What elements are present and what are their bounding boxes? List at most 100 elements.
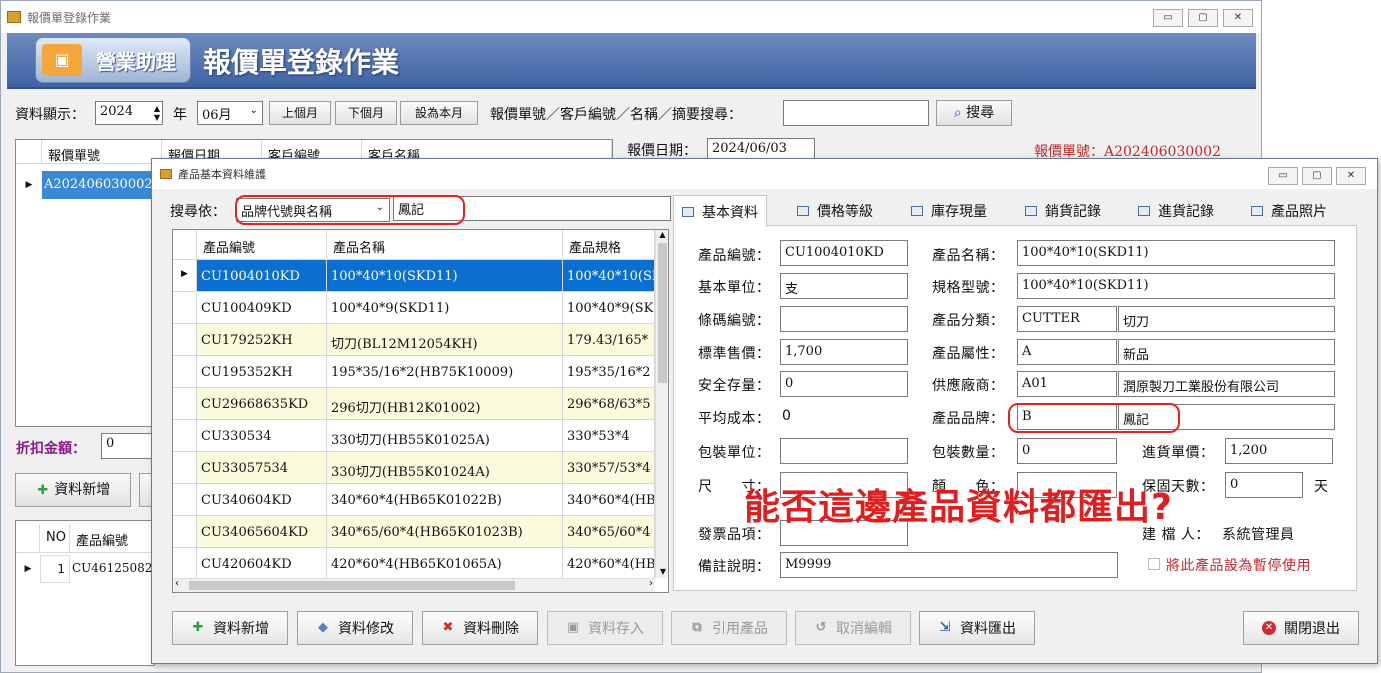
tab-stock[interactable]: 庫存現量 [903, 195, 995, 225]
packunit-field[interactable] [780, 438, 908, 464]
cell-product-code[interactable]: CU29668635KD [197, 388, 327, 419]
dialog-minimize-button[interactable]: ▭ [1268, 167, 1298, 185]
table-row[interactable]: CU29668635KD 296切刀(HB12K01002) 296*68/63*5 [173, 388, 655, 420]
this-month-button[interactable]: 設為本月 [400, 101, 478, 125]
minimize-button[interactable]: ▭ [1153, 9, 1183, 27]
cell-product-name[interactable]: 340*60*4(HB65K01022B) [327, 484, 563, 515]
cell-product-name[interactable]: 切刀(BL12M12054KH) [327, 324, 563, 355]
next-month-button[interactable]: 下個月 [335, 101, 397, 125]
table-row[interactable]: ▶CU1004010KD100*40*10(SKD11)100*40*10(SK… [173, 260, 655, 292]
note-field[interactable]: M9999 [780, 552, 1118, 578]
cell-product-spec[interactable]: 195*35/16*2 [563, 356, 655, 387]
h-scroll-thumb[interactable] [189, 581, 515, 590]
search-button[interactable]: ⌕ 搜尋 [936, 100, 1012, 126]
code-field[interactable]: CU1004010KD [780, 240, 908, 266]
month-select[interactable]: 06月 ⌄ [197, 101, 263, 125]
dialog-close-button[interactable]: ✕ [1336, 167, 1366, 185]
warranty-field[interactable]: 0 [1225, 472, 1303, 498]
attribute-field[interactable]: A [1017, 339, 1117, 365]
discount-field[interactable]: 0 [101, 433, 153, 459]
pause-checkbox[interactable] [1148, 558, 1160, 570]
pause-label[interactable]: 將此產品設為暫停使用 [1166, 555, 1311, 575]
spec-field[interactable]: 100*40*10(SKD11) [1017, 273, 1335, 299]
barcode-field[interactable] [780, 306, 908, 332]
dialog-maximize-button[interactable]: ▢ [1302, 167, 1332, 185]
main-add-button[interactable]: ✚ 資料新增 [15, 473, 131, 507]
cell-product-name[interactable]: 340*65/60*4(HB65K01023B) [327, 516, 563, 547]
cell-product-spec[interactable]: 296*68/63*5 [563, 388, 655, 419]
col-product-spec[interactable]: 產品規格 [563, 230, 655, 259]
tab-purchase[interactable]: 進貨記錄 [1130, 195, 1222, 225]
cell-product-code[interactable]: CU100409KD [197, 292, 327, 323]
cell-product-spec[interactable]: 179.43/165* [563, 324, 655, 355]
buyprice-field[interactable]: 1,200 [1225, 438, 1333, 464]
add-button[interactable]: ✚ 資料新增 [172, 611, 288, 645]
scroll-up-icon[interactable]: ▲ [656, 230, 668, 239]
packqty-field[interactable]: 0 [1017, 438, 1117, 464]
delete-button[interactable]: ✖ 資料刪除 [422, 611, 538, 645]
table-row[interactable]: CU179252KH 切刀(BL12M12054KH) 179.43/165* [173, 324, 655, 356]
table-row[interactable]: CU330534 330切刀(HB55K01025A) 330*53*4 [173, 420, 655, 452]
unit-field[interactable]: 支 [780, 273, 908, 299]
col-product-code[interactable]: 產品編號 [197, 230, 327, 259]
detail-row-no[interactable]: 1 [40, 555, 70, 583]
scroll-thumb[interactable] [658, 243, 667, 383]
spinner-arrows-icon[interactable]: ▲ ▼ [154, 104, 160, 122]
cell-product-spec[interactable]: 420*60*4(HB [563, 548, 655, 579]
cell-product-code[interactable]: CU33057534 [197, 452, 327, 483]
scroll-left-icon[interactable]: ‹ [175, 578, 179, 589]
vendor-field[interactable]: A01 [1017, 371, 1117, 397]
cell-product-name[interactable]: 420*60*4(HB65K01065A) [327, 548, 563, 579]
tab-price-level[interactable]: 價格等級 [789, 195, 881, 225]
table-row[interactable]: CU340604KD 340*60*4(HB65K01022B) 340*60*4(… [173, 484, 655, 516]
save-button[interactable]: ▣ 資料存入 [547, 611, 663, 645]
scroll-right-icon[interactable]: › [649, 578, 653, 589]
detail-row-code[interactable]: CU461250820 [70, 555, 154, 583]
tab-photos[interactable]: 產品照片 [1243, 195, 1335, 225]
search-input[interactable] [783, 100, 929, 126]
safety-field[interactable]: 0 [780, 371, 908, 397]
cell-product-spec[interactable]: 330*57/53*4 [563, 452, 655, 483]
scroll-down-icon[interactable]: ▼ [656, 567, 668, 576]
cell-product-code[interactable]: CU195352KH [197, 356, 327, 387]
price-field[interactable]: 1,700 [780, 339, 908, 365]
cell-product-code[interactable]: CU330534 [197, 420, 327, 451]
table-row[interactable]: A202406030002 [42, 171, 166, 199]
cell-product-code[interactable]: CU179252KH [197, 324, 327, 355]
cell-product-spec[interactable]: 100*40*9(SKD11) [563, 292, 655, 323]
cell-product-spec[interactable]: 100*40*10(SKD11) [563, 260, 655, 291]
col-product-name[interactable]: 產品名稱 [327, 230, 563, 259]
cell-product-code[interactable]: CU420604KD [197, 548, 327, 579]
cell-product-code[interactable]: CU340604KD [197, 484, 327, 515]
cell-product-name[interactable]: 100*40*10(SKD11) [327, 260, 563, 291]
close-button[interactable]: ✕ [1223, 9, 1253, 27]
cell-product-name[interactable]: 330切刀(HB55K01025A) [327, 420, 563, 451]
edit-button[interactable]: ◆ 資料修改 [297, 611, 413, 645]
col-product-code[interactable]: 產品編號 [70, 525, 154, 552]
vertical-scrollbar[interactable]: ▲ ▼ [655, 230, 668, 578]
cell-product-name[interactable]: 100*40*9(SKD11) [327, 292, 563, 323]
product-grid[interactable]: 產品編號 產品名稱 產品規格 ▶ CU1004010KD 100*40*10(SKD… [172, 229, 669, 593]
category-field[interactable]: CUTTER [1017, 306, 1117, 332]
cell-product-code[interactable]: CU1004010KD [197, 260, 327, 291]
maximize-button[interactable]: ▢ [1188, 9, 1218, 27]
cell-product-name[interactable]: 195*35/16*2(HB75K10009) [327, 356, 563, 387]
col-quote-no[interactable]: 報價單號 [42, 140, 162, 164]
cell-product-name[interactable]: 330切刀(HB55K01024A) [327, 452, 563, 483]
name-field[interactable]: 100*40*10(SKD11) [1017, 240, 1335, 266]
year-spinner[interactable]: 2024 ▲ ▼ [95, 101, 163, 125]
col-no[interactable]: NO [40, 525, 70, 552]
cell-product-name[interactable]: 296切刀(HB12K01002) [327, 388, 563, 419]
table-row[interactable]: CU33057534 330切刀(HB55K01024A) 330*57/53*4 [173, 452, 655, 484]
tab-basic[interactable]: 基本資料 [673, 195, 767, 227]
table-row[interactable]: CU100409KD100*40*9(SKD11)100*40*9(SKD11) [173, 292, 655, 324]
detail-grid[interactable]: NO 產品編號 ▶ 1 CU461250820 [15, 520, 155, 666]
cancel-edit-button[interactable]: ↺ 取消編輯 [795, 611, 911, 645]
prev-month-button[interactable]: 上個月 [269, 101, 331, 125]
tab-sales[interactable]: 銷貨記錄 [1017, 195, 1109, 225]
table-row[interactable]: CU420604KD 420*60*4(HB65K01065A) 420*60*4(… [173, 548, 655, 580]
cell-product-spec[interactable]: 340*60*4(HB [563, 484, 655, 515]
table-row[interactable]: CU195352KH 195*35/16*2(HB75K10009) 195*35/… [173, 356, 655, 388]
horizontal-scrollbar[interactable]: ‹ › [173, 578, 655, 592]
close-exit-button[interactable]: ✕ 關閉退出 [1243, 611, 1359, 645]
